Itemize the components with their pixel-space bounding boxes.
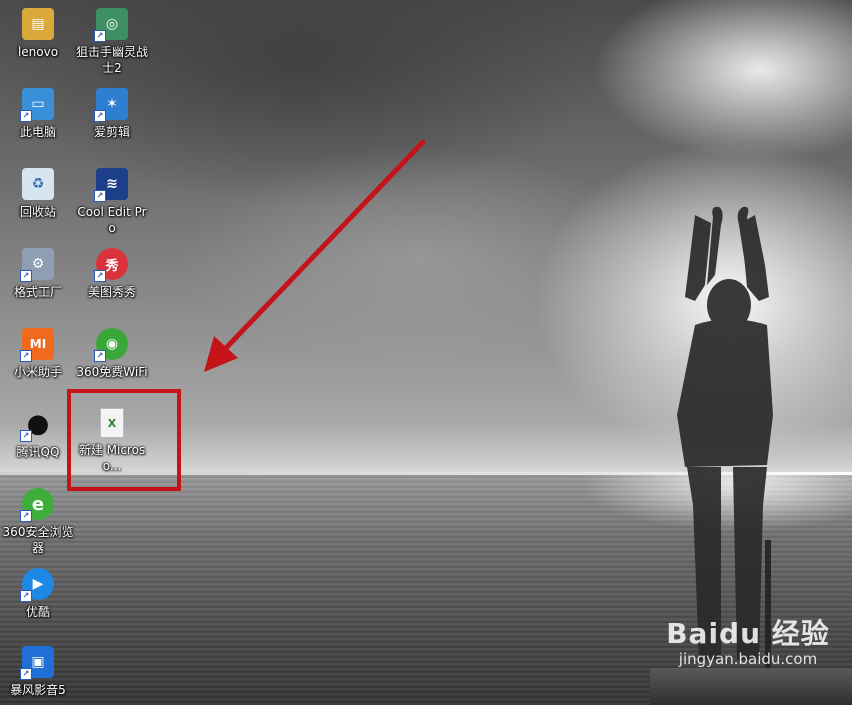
baidu-jingyan-watermark: Baidu 经验 jingyan.baidu.com <box>648 612 848 668</box>
watermark-site: jingyan.baidu.com <box>678 650 818 668</box>
annotation-arrow <box>204 139 426 372</box>
watermark-brand: Baidu 经验 <box>666 617 830 650</box>
